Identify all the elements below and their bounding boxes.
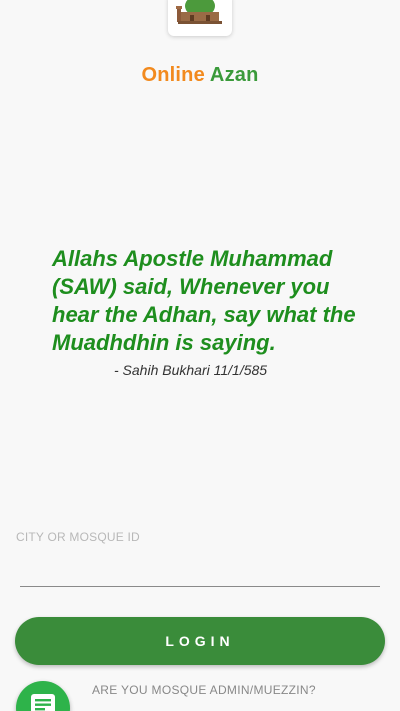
login-screen: Online Azan Allahs Apostle Muhammad (SAW… [0,0,400,711]
hadith-source: - Sahih Bukhari 11/1/585 [114,362,268,378]
app-title: Online Azan [0,64,400,87]
app-title-azan: Azan [209,64,259,86]
app-title-online: Online [141,64,205,86]
mosque-admin-link[interactable]: ARE YOU MOSQUE ADMIN/MUEZZIN? [92,683,316,697]
mosque-logo-icon [176,0,222,24]
hadith-quote: Allahs Apostle Muhammad (SAW) said, When… [52,246,356,355]
app-logo [168,0,232,36]
city-or-mosque-id-input[interactable] [20,556,380,587]
city-or-mosque-id-label: CITY OR MOSQUE ID [16,530,140,544]
message-icon [31,694,55,711]
message-fab-button[interactable] [16,681,70,711]
login-button[interactable]: LOGIN [15,617,385,665]
